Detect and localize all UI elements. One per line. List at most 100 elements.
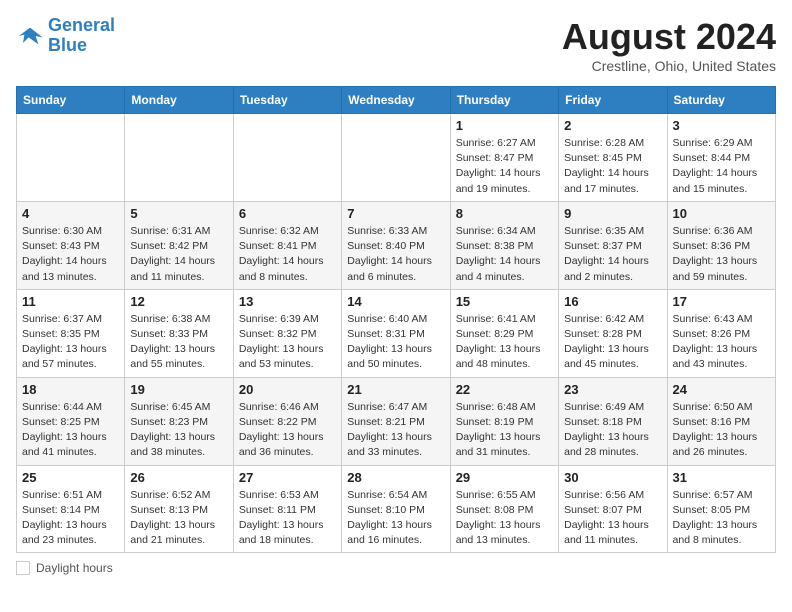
day-number: 13 [239,294,336,309]
day-info: Sunrise: 6:42 AM Sunset: 8:28 PM Dayligh… [564,312,661,373]
calendar-header-thursday: Thursday [450,87,558,114]
day-number: 17 [673,294,770,309]
calendar-week-row: 25 Sunrise: 6:51 AM Sunset: 8:14 PM Dayli… [17,465,776,553]
calendar-cell [342,114,450,202]
day-number: 18 [22,382,119,397]
calendar-week-row: 18Sunrise: 6:44 AM Sunset: 8:25 PM Dayli… [17,377,776,465]
day-number: 26 [130,470,227,485]
day-number: 20 [239,382,336,397]
calendar-cell: 8 Sunrise: 6:34 AM Sunset: 8:38 PM Daylig… [450,201,558,289]
calendar-header-friday: Friday [559,87,667,114]
calendar-cell: 10Sunrise: 6:36 AM Sunset: 8:36 PM Dayli… [667,201,775,289]
day-info: Sunrise: 6:32 AM Sunset: 8:41 PM Dayligh… [239,224,336,285]
calendar-cell: 17 Sunrise: 6:43 AM Sunset: 8:26 PM Dayli… [667,289,775,377]
day-number: 31 [673,470,770,485]
day-number: 1 [456,118,553,133]
calendar-header-sunday: Sunday [17,87,125,114]
calendar-cell: 20 Sunrise: 6:46 AM Sunset: 8:22 PM Dayli… [233,377,341,465]
day-number: 29 [456,470,553,485]
day-info: Sunrise: 6:49 AM Sunset: 8:18 PM Dayligh… [564,400,661,461]
day-info: Sunrise: 6:29 AM Sunset: 8:44 PM Dayligh… [673,136,770,197]
day-info: Sunrise: 6:33 AM Sunset: 8:40 PM Dayligh… [347,224,444,285]
calendar-header-tuesday: Tuesday [233,87,341,114]
day-number: 11 [22,294,119,309]
day-info: Sunrise: 6:27 AM Sunset: 8:47 PM Dayligh… [456,136,553,197]
day-number: 23 [564,382,661,397]
day-info: Sunrise: 6:34 AM Sunset: 8:38 PM Dayligh… [456,224,553,285]
day-number: 2 [564,118,661,133]
calendar-cell [125,114,233,202]
calendar-cell: 12 Sunrise: 6:38 AM Sunset: 8:33 PM Dayli… [125,289,233,377]
calendar-week-row: 11Sunrise: 6:37 AM Sunset: 8:35 PM Dayli… [17,289,776,377]
calendar-cell [17,114,125,202]
logo-bird-icon [16,22,44,50]
calendar-cell: 13Sunrise: 6:39 AM Sunset: 8:32 PM Dayli… [233,289,341,377]
calendar-cell: 28 Sunrise: 6:54 AM Sunset: 8:10 PM Dayli… [342,465,450,553]
calendar-week-row: 4 Sunrise: 6:30 AM Sunset: 8:43 PM Daylig… [17,201,776,289]
day-number: 22 [456,382,553,397]
day-number: 14 [347,294,444,309]
calendar-cell: 18Sunrise: 6:44 AM Sunset: 8:25 PM Dayli… [17,377,125,465]
day-number: 8 [456,206,553,221]
day-number: 12 [130,294,227,309]
day-info: Sunrise: 6:55 AM Sunset: 8:08 PM Dayligh… [456,488,553,549]
calendar-cell: 29 Sunrise: 6:55 AM Sunset: 8:08 PM Dayli… [450,465,558,553]
calendar-cell: 4 Sunrise: 6:30 AM Sunset: 8:43 PM Daylig… [17,201,125,289]
calendar-cell: 21Sunrise: 6:47 AM Sunset: 8:21 PM Dayli… [342,377,450,465]
day-number: 3 [673,118,770,133]
logo-blue: Blue [48,35,87,55]
day-number: 30 [564,470,661,485]
day-number: 16 [564,294,661,309]
day-info: Sunrise: 6:51 AM Sunset: 8:14 PM Dayligh… [22,488,119,549]
day-info: Sunrise: 6:54 AM Sunset: 8:10 PM Dayligh… [347,488,444,549]
calendar-cell [233,114,341,202]
day-info: Sunrise: 6:38 AM Sunset: 8:33 PM Dayligh… [130,312,227,373]
day-info: Sunrise: 6:48 AM Sunset: 8:19 PM Dayligh… [456,400,553,461]
page-header: General Blue August 2024 Crestline, Ohio… [16,16,776,74]
calendar-cell: 2 Sunrise: 6:28 AM Sunset: 8:45 PM Daylig… [559,114,667,202]
day-number: 6 [239,206,336,221]
title-block: August 2024 Crestline, Ohio, United Stat… [562,16,776,74]
location-label: Crestline, Ohio, United States [562,58,776,74]
day-number: 7 [347,206,444,221]
calendar-table: SundayMondayTuesdayWednesdayThursdayFrid… [16,86,776,553]
logo: General Blue [16,16,115,56]
day-number: 5 [130,206,227,221]
day-info: Sunrise: 6:41 AM Sunset: 8:29 PM Dayligh… [456,312,553,373]
calendar-cell: 16 Sunrise: 6:42 AM Sunset: 8:28 PM Dayli… [559,289,667,377]
calendar-cell: 7 Sunrise: 6:33 AM Sunset: 8:40 PM Daylig… [342,201,450,289]
day-number: 25 [22,470,119,485]
calendar-week-row: 1 Sunrise: 6:27 AM Sunset: 8:47 PM Daylig… [17,114,776,202]
day-info: Sunrise: 6:56 AM Sunset: 8:07 PM Dayligh… [564,488,661,549]
day-info: Sunrise: 6:45 AM Sunset: 8:23 PM Dayligh… [130,400,227,461]
day-number: 9 [564,206,661,221]
calendar-header-row: SundayMondayTuesdayWednesdayThursdayFrid… [17,87,776,114]
calendar-cell: 6 Sunrise: 6:32 AM Sunset: 8:41 PM Daylig… [233,201,341,289]
calendar-cell: 26 Sunrise: 6:52 AM Sunset: 8:13 PM Dayli… [125,465,233,553]
day-info: Sunrise: 6:30 AM Sunset: 8:43 PM Dayligh… [22,224,119,285]
day-info: Sunrise: 6:28 AM Sunset: 8:45 PM Dayligh… [564,136,661,197]
day-number: 28 [347,470,444,485]
calendar-cell: 9Sunrise: 6:35 AM Sunset: 8:37 PM Daylig… [559,201,667,289]
day-info: Sunrise: 6:47 AM Sunset: 8:21 PM Dayligh… [347,400,444,461]
day-info: Sunrise: 6:46 AM Sunset: 8:22 PM Dayligh… [239,400,336,461]
daylight-label: Daylight hours [36,561,113,575]
day-info: Sunrise: 6:31 AM Sunset: 8:42 PM Dayligh… [130,224,227,285]
footer: Daylight hours [16,561,776,575]
day-number: 10 [673,206,770,221]
calendar-cell: 30 Sunrise: 6:56 AM Sunset: 8:07 PM Dayli… [559,465,667,553]
calendar-header-saturday: Saturday [667,87,775,114]
calendar-cell: 22 Sunrise: 6:48 AM Sunset: 8:19 PM Dayli… [450,377,558,465]
calendar-cell: 31 Sunrise: 6:57 AM Sunset: 8:05 PM Dayli… [667,465,775,553]
day-number: 27 [239,470,336,485]
calendar-cell: 3 Sunrise: 6:29 AM Sunset: 8:44 PM Daylig… [667,114,775,202]
calendar-header-wednesday: Wednesday [342,87,450,114]
day-info: Sunrise: 6:52 AM Sunset: 8:13 PM Dayligh… [130,488,227,549]
day-info: Sunrise: 6:57 AM Sunset: 8:05 PM Dayligh… [673,488,770,549]
day-info: Sunrise: 6:43 AM Sunset: 8:26 PM Dayligh… [673,312,770,373]
calendar-cell: 11Sunrise: 6:37 AM Sunset: 8:35 PM Dayli… [17,289,125,377]
day-number: 24 [673,382,770,397]
logo-general: General [48,15,115,35]
month-year-title: August 2024 [562,16,776,58]
day-number: 4 [22,206,119,221]
